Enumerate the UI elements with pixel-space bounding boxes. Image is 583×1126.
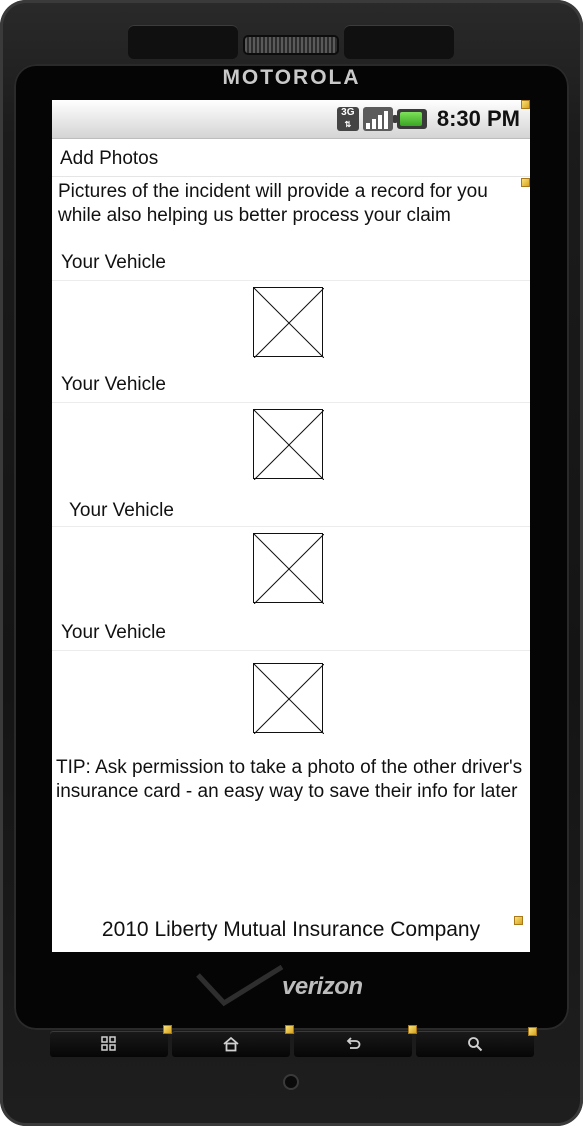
home-key[interactable] bbox=[172, 1031, 290, 1057]
note-marker-icon bbox=[528, 1027, 537, 1036]
search-icon bbox=[468, 1037, 483, 1052]
status-icons: 3G ⇅ 8:30 PM bbox=[336, 106, 520, 132]
image-placeholder-icon bbox=[254, 664, 324, 734]
phone-frame: MOTOROLA 3G ⇅ 8:30 PM Add Photos Picture… bbox=[0, 0, 583, 1126]
section-label-your-vehicle: Your Vehicle bbox=[61, 252, 166, 273]
hardware-nav-bar bbox=[48, 1031, 536, 1057]
image-placeholder-icon bbox=[254, 288, 324, 358]
section-divider bbox=[52, 280, 530, 281]
status-bar: 3G ⇅ 8:30 PM bbox=[52, 100, 530, 139]
note-marker-icon bbox=[285, 1025, 294, 1034]
section-label-your-vehicle: Your Vehicle bbox=[69, 500, 174, 521]
app-screen: 3G ⇅ 8:30 PM Add Photos Pictures of the … bbox=[52, 100, 530, 952]
photo-placeholder-1[interactable] bbox=[253, 287, 324, 358]
photo-placeholder-4[interactable] bbox=[253, 663, 324, 734]
footer-copyright: 2010 Liberty Mutual Insurance Company bbox=[101, 918, 481, 941]
search-key[interactable] bbox=[416, 1031, 534, 1057]
bezel-ridge-right bbox=[344, 25, 454, 59]
carrier-logo: verizon bbox=[190, 965, 390, 1015]
tip-text: TIP: Ask permission to take a photo of t… bbox=[56, 757, 523, 802]
signal-strength-icon bbox=[362, 107, 393, 131]
network-3g-icon: 3G ⇅ bbox=[336, 107, 359, 131]
earpiece-speaker bbox=[245, 37, 337, 53]
battery-icon bbox=[392, 109, 427, 129]
title-bar: Add Photos bbox=[52, 140, 530, 177]
note-marker-icon bbox=[521, 100, 530, 109]
photo-placeholder-2[interactable] bbox=[253, 409, 324, 480]
status-time: 8:30 PM bbox=[436, 106, 520, 131]
verizon-check-icon bbox=[196, 965, 284, 1007]
back-key[interactable] bbox=[294, 1031, 412, 1057]
brand-logo: MOTOROLA bbox=[222, 66, 361, 89]
section-divider bbox=[52, 650, 530, 651]
image-placeholder-icon bbox=[254, 410, 324, 480]
back-icon bbox=[346, 1037, 361, 1049]
note-marker-icon bbox=[408, 1025, 417, 1034]
carrier-name: verizon bbox=[282, 973, 363, 1000]
note-marker-icon bbox=[521, 178, 530, 187]
note-marker-icon bbox=[163, 1025, 172, 1034]
page-title: Add Photos bbox=[60, 148, 159, 169]
data-arrows-icon: ⇅ bbox=[344, 120, 352, 129]
section-label-your-vehicle: Your Vehicle bbox=[61, 374, 166, 395]
intro-text: Pictures of the incident will provide a … bbox=[58, 181, 488, 226]
menu-key[interactable] bbox=[50, 1031, 168, 1057]
bezel-ridge-left bbox=[128, 25, 238, 59]
network-label: 3G bbox=[341, 107, 355, 118]
trackball-button[interactable] bbox=[285, 1076, 297, 1088]
home-icon bbox=[223, 1036, 239, 1052]
photo-placeholder-3[interactable] bbox=[253, 533, 324, 604]
section-label-your-vehicle: Your Vehicle bbox=[61, 622, 166, 643]
menu-icon bbox=[101, 1036, 116, 1051]
image-placeholder-icon bbox=[254, 534, 324, 604]
section-divider bbox=[52, 402, 530, 403]
section-divider bbox=[52, 526, 530, 527]
